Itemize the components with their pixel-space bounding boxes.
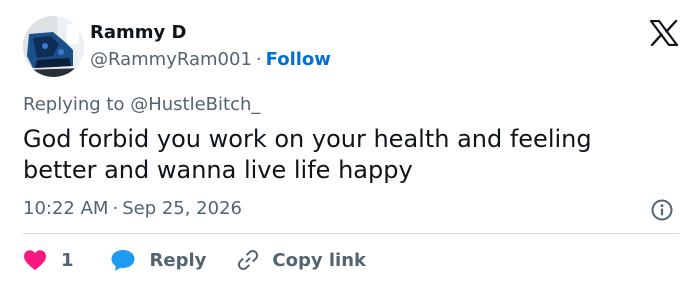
avatar-image: [23, 16, 84, 77]
heart-icon: [24, 250, 46, 270]
reply-context: Replying to @HustleBitch_: [23, 94, 260, 115]
timestamp-separator: ·: [112, 198, 119, 219]
action-bar: 1 Reply Copy link: [23, 245, 366, 275]
x-logo-icon[interactable]: [650, 20, 678, 46]
like-count: 1: [61, 249, 74, 271]
like-button[interactable]: 1: [23, 249, 74, 271]
follow-button[interactable]: Follow: [266, 49, 331, 70]
tweet-card: Rammy D @RammyRam001 · Follow Replying to …: [0, 0, 700, 287]
info-icon[interactable]: [650, 198, 674, 222]
avatar[interactable]: [23, 16, 84, 77]
link-icon: [238, 250, 259, 270]
timestamp-date: Sep 25, 2026: [122, 198, 242, 219]
reply-button[interactable]: Reply: [110, 248, 207, 272]
reply-label: Reply: [149, 249, 207, 271]
timestamp-time: 10:22 AM: [23, 198, 109, 219]
speech-bubble-icon: [111, 250, 135, 271]
author-handle[interactable]: @RammyRam001: [90, 49, 252, 70]
divider: [23, 233, 679, 234]
handle-separator: ·: [255, 49, 262, 70]
reply-context-prefix: Replying to: [23, 94, 125, 115]
copy-link-label: Copy link: [272, 249, 366, 271]
tweet-text: God forbid you work on your health and f…: [23, 125, 592, 184]
copy-link-button[interactable]: Copy link: [236, 248, 366, 272]
reply-context-mention[interactable]: @HustleBitch_: [130, 94, 260, 115]
author-handle-line: @RammyRam001 · Follow: [90, 49, 331, 70]
timestamp[interactable]: 10:22 AM · Sep 25, 2026: [23, 198, 242, 219]
author-name[interactable]: Rammy D: [90, 22, 186, 43]
